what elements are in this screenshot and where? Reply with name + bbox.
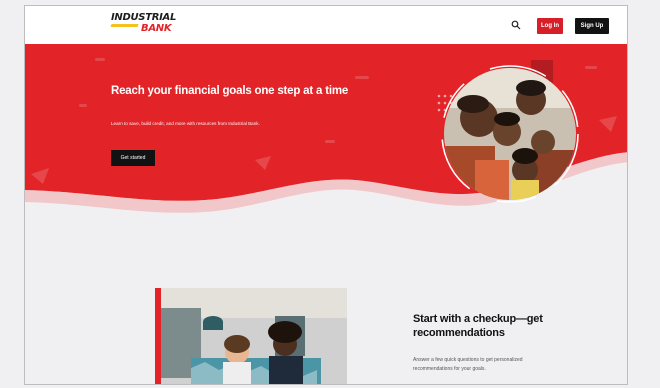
family-photo: [437, 60, 579, 203]
logo-wordmark-bank: BANK: [141, 23, 172, 34]
checkup-heading: Start with a checkup—get recommendations: [413, 313, 543, 339]
checkup-description: Answer a few quick questions to get pers…: [413, 357, 523, 372]
couple-photo: [155, 288, 347, 384]
hero-title: Reach your financial goals one step at a…: [111, 85, 349, 97]
hero-subtitle: Learn to save, build credit, and more wi…: [111, 121, 260, 126]
login-button[interactable]: Log In: [537, 18, 563, 34]
industrial-bank-logo[interactable]: INDUSTRIAL BANK: [110, 12, 185, 40]
browser-viewport: INDUSTRIAL BANK Log In Sign Up Reach you…: [24, 5, 628, 385]
site-header: INDUSTRIAL BANK Log In Sign Up: [25, 6, 627, 44]
logo-wordmark-industrial: INDUSTRIAL: [111, 12, 177, 23]
signup-button[interactable]: Sign Up: [575, 18, 609, 34]
search-icon[interactable]: [511, 20, 521, 30]
get-started-button[interactable]: Get started: [111, 150, 155, 166]
logo-accent-bar: [110, 24, 139, 27]
